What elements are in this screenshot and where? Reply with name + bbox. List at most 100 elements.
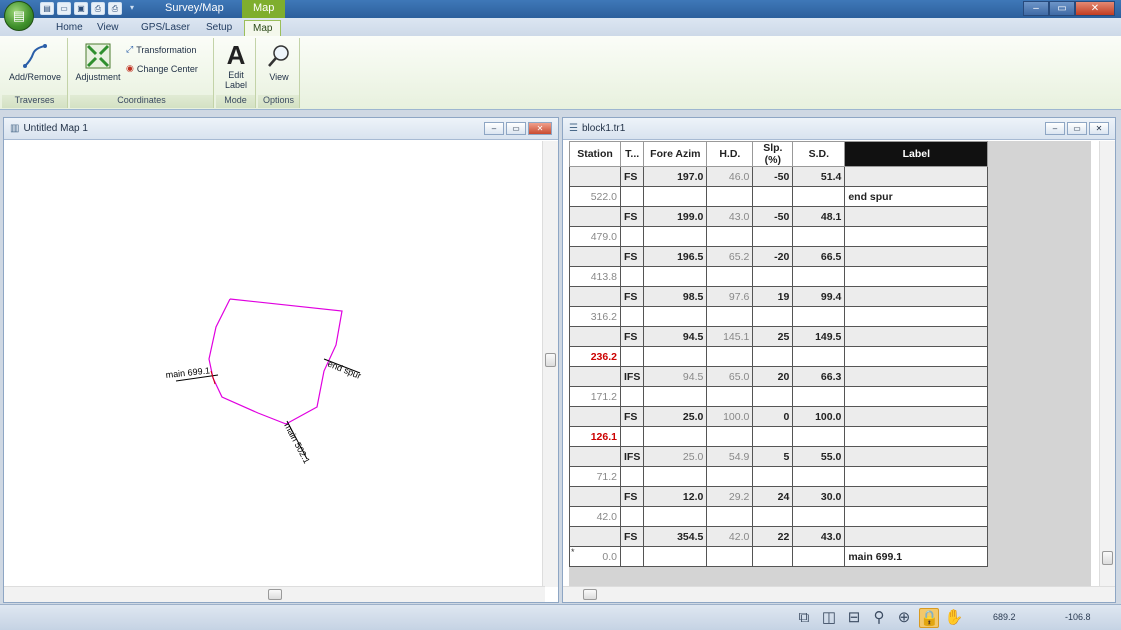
table-row[interactable]: IFS 25.0 54.9 5 55.0 bbox=[569, 446, 989, 467]
cell-hd[interactable] bbox=[706, 546, 754, 567]
cell-sd[interactable]: 66.5 bbox=[792, 246, 846, 267]
cell-sd[interactable] bbox=[792, 426, 846, 447]
cell-type[interactable]: FS bbox=[619, 206, 645, 227]
cell-fore-azim[interactable]: 197.0 bbox=[643, 166, 708, 187]
print-icon[interactable]: ⎙ bbox=[91, 2, 105, 15]
tile-vertical-icon[interactable]: ◫ bbox=[819, 608, 839, 628]
cell-fore-azim[interactable] bbox=[643, 266, 708, 287]
grid-minimize-button[interactable]: – bbox=[1045, 122, 1065, 135]
cell-station[interactable] bbox=[569, 246, 621, 267]
zoom-icon[interactable]: ⚲ bbox=[869, 608, 889, 628]
cell-label[interactable] bbox=[844, 386, 989, 407]
map-label-main-start[interactable]: main 699.1 bbox=[165, 365, 210, 380]
cell-hd[interactable]: 65.0 bbox=[706, 366, 754, 387]
cell-station[interactable] bbox=[569, 206, 621, 227]
cell-type[interactable]: FS bbox=[619, 246, 645, 267]
cell-type[interactable] bbox=[619, 306, 645, 327]
cell-label[interactable] bbox=[844, 326, 989, 347]
cell-fore-azim[interactable]: 25.0 bbox=[643, 406, 708, 427]
cell-station[interactable] bbox=[569, 406, 621, 427]
cell-type[interactable] bbox=[619, 346, 645, 367]
tab-home[interactable]: Home bbox=[48, 20, 91, 36]
grid-close-button[interactable]: ✕ bbox=[1089, 122, 1109, 135]
cell-fore-azim[interactable] bbox=[643, 346, 708, 367]
cell-station[interactable]: * 0.0 bbox=[569, 546, 621, 567]
cell-hd[interactable] bbox=[706, 506, 754, 527]
cell-label[interactable] bbox=[844, 306, 989, 327]
cell-sd[interactable] bbox=[792, 266, 846, 287]
cell-sd[interactable]: 149.5 bbox=[792, 326, 846, 347]
cell-station[interactable] bbox=[569, 326, 621, 347]
cell-fore-azim[interactable]: 94.5 bbox=[643, 326, 708, 347]
cell-fore-azim[interactable] bbox=[643, 386, 708, 407]
cell-type[interactable]: FS bbox=[619, 326, 645, 347]
col-slope[interactable]: Slp.(%) bbox=[752, 141, 794, 167]
cell-station[interactable]: 171.2 bbox=[569, 386, 621, 407]
cell-type[interactable] bbox=[619, 426, 645, 447]
cell-slope[interactable]: 20 bbox=[752, 366, 794, 387]
cell-station[interactable]: 316.2 bbox=[569, 306, 621, 327]
cell-label[interactable] bbox=[844, 226, 989, 247]
table-row[interactable]: 522.0 end spur bbox=[569, 186, 989, 207]
cell-type[interactable]: FS bbox=[619, 406, 645, 427]
cell-label[interactable]: end spur bbox=[844, 186, 989, 207]
cell-sd[interactable] bbox=[792, 186, 846, 207]
cell-type[interactable] bbox=[619, 186, 645, 207]
table-row[interactable]: 42.0 bbox=[569, 506, 989, 527]
cell-sd[interactable]: 100.0 bbox=[792, 406, 846, 427]
cell-sd[interactable] bbox=[792, 466, 846, 487]
cell-station[interactable]: 413.8 bbox=[569, 266, 621, 287]
cell-station[interactable] bbox=[569, 526, 621, 547]
transformation-button[interactable]: ⤢ Transformation bbox=[126, 44, 196, 55]
table-row[interactable]: 171.2 bbox=[569, 386, 989, 407]
zoom-in-icon[interactable]: ⊕ bbox=[894, 608, 914, 628]
cell-type[interactable] bbox=[619, 226, 645, 247]
cell-sd[interactable]: 51.4 bbox=[792, 166, 846, 187]
cell-hd[interactable] bbox=[706, 346, 754, 367]
cell-sd[interactable] bbox=[792, 226, 846, 247]
lock-icon[interactable]: 🔒 bbox=[919, 608, 939, 628]
cell-hd[interactable] bbox=[706, 386, 754, 407]
cell-label[interactable] bbox=[844, 506, 989, 527]
cascade-windows-icon[interactable]: ⧉ bbox=[794, 608, 814, 628]
maximize-button[interactable]: ▭ bbox=[1049, 1, 1075, 16]
table-row[interactable]: FS 354.5 42.0 22 43.0 bbox=[569, 526, 989, 547]
change-center-button[interactable]: ◉ Change Center bbox=[126, 63, 198, 74]
grid-maximize-button[interactable]: ▭ bbox=[1067, 122, 1087, 135]
close-button[interactable]: ✕ bbox=[1075, 1, 1115, 16]
map-minimize-button[interactable]: – bbox=[484, 122, 504, 135]
map-vscroll-thumb[interactable] bbox=[545, 353, 556, 367]
new-icon[interactable]: ▤ bbox=[40, 2, 54, 15]
col-fore-azim[interactable]: Fore Azim bbox=[643, 141, 708, 167]
cell-station[interactable]: 42.0 bbox=[569, 506, 621, 527]
table-row[interactable]: 413.8 bbox=[569, 266, 989, 287]
table-row[interactable]: IFS 94.5 65.0 20 66.3 bbox=[569, 366, 989, 387]
grid-vertical-scrollbar[interactable] bbox=[1099, 141, 1115, 587]
map-label-main-mid[interactable]: main 502.1 bbox=[282, 421, 312, 465]
cell-sd[interactable] bbox=[792, 546, 846, 567]
cell-label[interactable] bbox=[844, 286, 989, 307]
cell-hd[interactable]: 65.2 bbox=[706, 246, 754, 267]
map-maximize-button[interactable]: ▭ bbox=[506, 122, 526, 135]
view-options-button[interactable]: View bbox=[262, 42, 296, 82]
table-row[interactable]: FS 196.5 65.2 -20 66.5 bbox=[569, 246, 989, 267]
cell-station[interactable] bbox=[569, 486, 621, 507]
cell-slope[interactable] bbox=[752, 306, 794, 327]
cell-slope[interactable] bbox=[752, 386, 794, 407]
open-icon[interactable]: ▭ bbox=[57, 2, 71, 15]
cell-label[interactable] bbox=[844, 166, 989, 187]
cell-station[interactable] bbox=[569, 286, 621, 307]
cell-fore-azim[interactable]: 354.5 bbox=[643, 526, 708, 547]
cell-fore-azim[interactable] bbox=[643, 186, 708, 207]
cell-sd[interactable] bbox=[792, 506, 846, 527]
cell-hd[interactable]: 145.1 bbox=[706, 326, 754, 347]
table-row[interactable]: 236.2 bbox=[569, 346, 989, 367]
tab-setup[interactable]: Setup bbox=[198, 20, 240, 36]
cell-label[interactable] bbox=[844, 406, 989, 427]
cell-station[interactable] bbox=[569, 166, 621, 187]
cell-label[interactable] bbox=[844, 526, 989, 547]
cell-slope[interactable]: 22 bbox=[752, 526, 794, 547]
cell-hd[interactable]: 42.0 bbox=[706, 526, 754, 547]
cell-type[interactable]: FS bbox=[619, 286, 645, 307]
cell-fore-azim[interactable] bbox=[643, 426, 708, 447]
